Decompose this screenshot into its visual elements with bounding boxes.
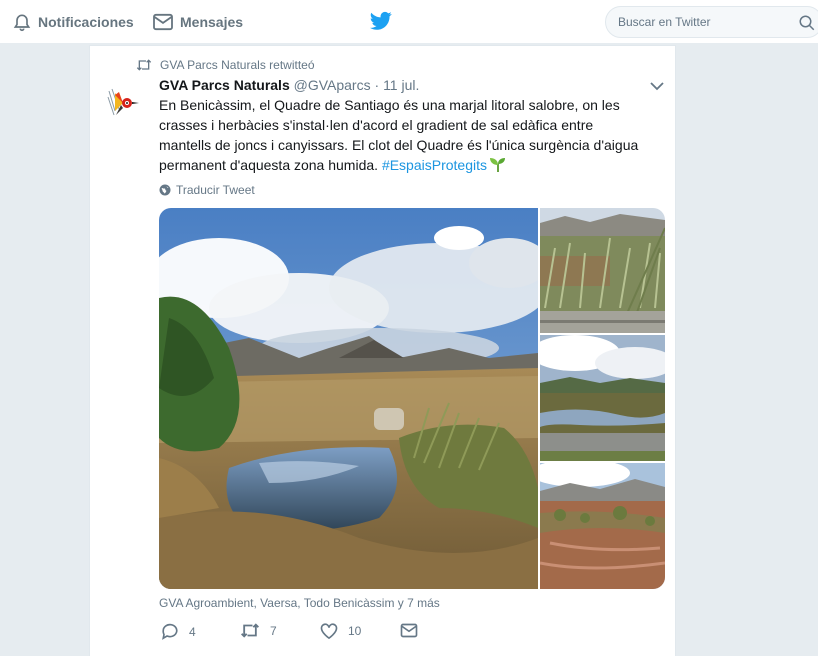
retweet-icon (241, 623, 259, 638)
heart-icon (320, 623, 338, 639)
translate-label: Traducir Tweet (176, 183, 255, 197)
direct-message-icon (400, 623, 418, 638)
search-box (605, 6, 818, 38)
photo-main-wetland[interactable] (159, 208, 538, 589)
bell-icon (13, 14, 31, 32)
tweet-header: GVA Parcs Naturals @GVAparcs · 11 jul. (159, 77, 419, 93)
retweet-count: 7 (270, 623, 277, 638)
nav-messages[interactable]: Mensajes (152, 0, 243, 44)
chevron-down-icon[interactable] (650, 81, 664, 91)
globe-icon (159, 184, 171, 196)
sprout-emoji-icon (490, 158, 505, 172)
reply-count: 4 (189, 624, 196, 639)
search-icon[interactable] (798, 14, 816, 32)
twitter-bird-icon[interactable] (370, 11, 392, 31)
tweet-text: En Benicàssim, el Quadre de Santiago és … (159, 95, 644, 175)
nav-notifications[interactable]: Notificaciones (12, 0, 134, 44)
reply-button[interactable]: 4 (161, 623, 196, 640)
translate-tweet-link[interactable]: Traducir Tweet (159, 183, 255, 197)
search-input[interactable] (618, 7, 788, 37)
header-separator: · (374, 77, 380, 93)
like-button[interactable]: 10 (320, 623, 361, 639)
hashtag-link[interactable]: #EspaisProtegits (382, 157, 487, 173)
author-name[interactable]: GVA Parcs Naturals (159, 77, 290, 93)
tagged-people[interactable]: GVA Agroambient, Vaersa, Todo Benicàssim… (159, 596, 440, 610)
retweet-icon (136, 59, 152, 71)
retweet-context[interactable]: GVA Parcs Naturals retwitteó (136, 58, 315, 72)
reply-icon (162, 623, 178, 640)
retweet-button[interactable]: 7 (240, 623, 277, 638)
top-navigation-bar: Notificaciones Mensajes (0, 0, 818, 44)
author-handle[interactable]: @GVAparcs (294, 77, 371, 93)
retweet-context-label: GVA Parcs Naturals retwitteó (160, 58, 315, 72)
divider (90, 45, 675, 46)
nav-messages-label: Mensajes (180, 14, 244, 30)
nav-notifications-label: Notificaciones (38, 14, 134, 30)
photo-river-trail[interactable] (540, 335, 665, 461)
timeline-stream: GVA Parcs Naturals retwitteó GVA Parcs N… (89, 45, 676, 656)
tweet-actions: 4 7 10 (159, 623, 459, 643)
photo-red-soil[interactable] (540, 463, 665, 589)
envelope-icon (153, 13, 173, 31)
avatar[interactable] (101, 81, 145, 125)
direct-message-button[interactable] (400, 623, 428, 638)
photo-grid (159, 208, 665, 589)
photo-reeds[interactable] (540, 208, 665, 333)
like-count: 10 (348, 624, 362, 638)
tweet-timestamp[interactable]: 11 jul. (383, 77, 419, 93)
